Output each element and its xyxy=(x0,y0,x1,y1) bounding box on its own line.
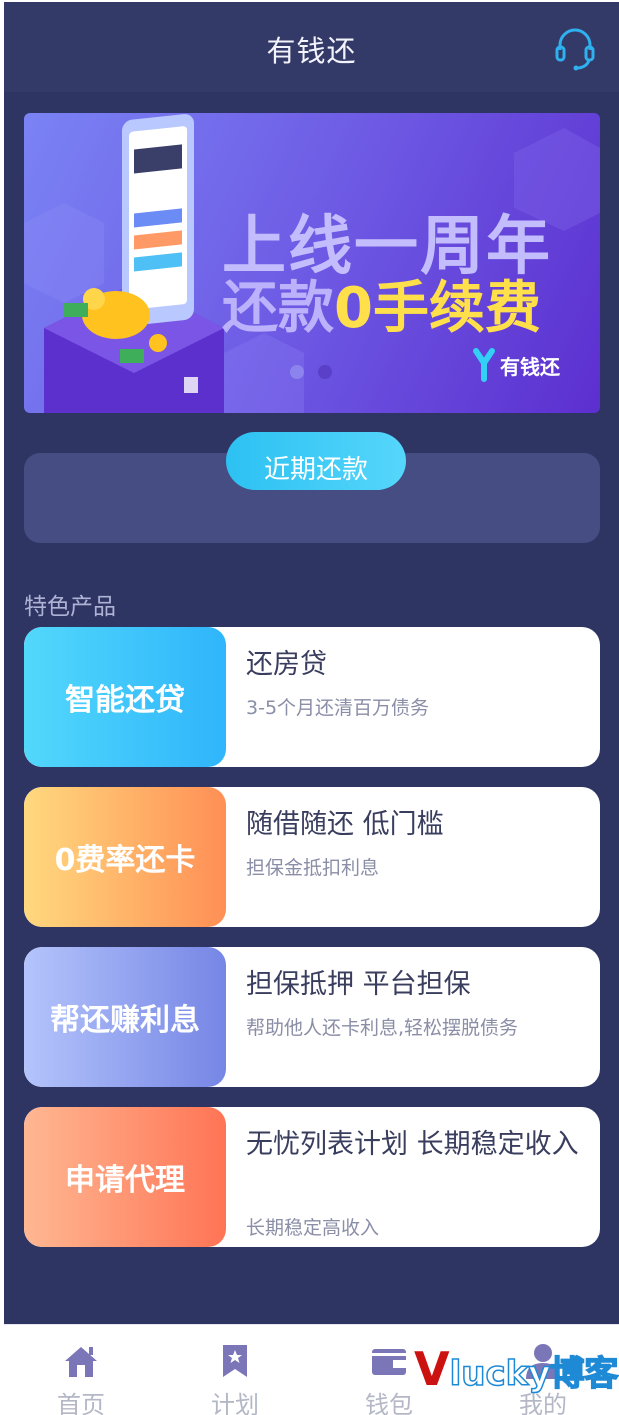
product-card-smart-repay[interactable]: 智能还贷 还房贷 3-5个月还清百万债务 xyxy=(24,627,600,767)
product-description: 帮助他人还卡利息,轻松摆脱债务 xyxy=(246,1017,519,1039)
banner-brand-name: 有钱还 xyxy=(500,354,560,379)
wallet-icon xyxy=(372,1349,406,1375)
product-description: 长期稳定高收入 xyxy=(246,1217,380,1239)
product-tag: 0费率还卡 xyxy=(24,787,226,927)
bookmark-star-icon xyxy=(223,1345,247,1377)
carousel-dot-2[interactable] xyxy=(318,365,332,379)
tab-home-label: 首页 xyxy=(57,1391,105,1415)
product-description: 担保金抵扣利息 xyxy=(246,857,380,879)
tab-plan[interactable]: 计划 xyxy=(158,1325,312,1415)
product-title: 无忧列表计划 长期稳定收入 xyxy=(246,1129,579,1160)
featured-products-title: 特色产品 xyxy=(24,594,116,620)
product-card-zero-fee[interactable]: 0费率还卡 随借随还 低门槛 担保金抵扣利息 xyxy=(24,787,600,927)
app-screen: 有钱还 上线一周年 还款0手续费 有钱还 近期还款 特色产品 智能还贷 还房贷 … xyxy=(4,2,619,1415)
recent-repayments-tab[interactable]: 近期还款 xyxy=(226,432,406,490)
banner-headline-2: 还款0手续费 xyxy=(222,263,541,344)
product-card-earn-interest[interactable]: 帮还赚利息 担保抵押 平台担保 帮助他人还卡利息,轻松摆脱债务 xyxy=(24,947,600,1087)
product-title: 担保抵押 平台担保 xyxy=(246,969,471,1000)
banner-headline-2-prefix: 还款 xyxy=(222,276,334,341)
tab-plan-label: 计划 xyxy=(211,1391,259,1415)
app-header: 有钱还 xyxy=(4,2,619,92)
watermark-text: lucky博客 xyxy=(449,1353,619,1395)
product-tag: 申请代理 xyxy=(24,1107,226,1247)
carousel-dot-1[interactable] xyxy=(290,365,304,379)
banner-brand: 有钱还 xyxy=(468,345,560,385)
promo-banner[interactable]: 上线一周年 还款0手续费 有钱还 xyxy=(24,113,600,413)
product-title: 还房贷 xyxy=(246,649,327,680)
product-title: 随借随还 低门槛 xyxy=(246,809,444,840)
page-title: 有钱还 xyxy=(266,34,357,68)
home-icon xyxy=(65,1347,97,1377)
product-tag: 帮还赚利息 xyxy=(24,947,226,1087)
product-card-agent[interactable]: 申请代理 无忧列表计划 长期稳定收入 长期稳定高收入 xyxy=(24,1107,600,1247)
customer-service-icon[interactable] xyxy=(554,26,596,72)
banner-headline-2-highlight: 0手续费 xyxy=(334,276,541,341)
carousel-dots xyxy=(290,365,332,379)
product-description: 3-5个月还清百万债务 xyxy=(246,697,430,719)
tab-home[interactable]: 首页 xyxy=(4,1325,158,1415)
product-tag: 智能还贷 xyxy=(24,627,226,767)
watermark: Vlucky博客 xyxy=(414,1342,619,1402)
watermark-v: V xyxy=(414,1342,450,1396)
